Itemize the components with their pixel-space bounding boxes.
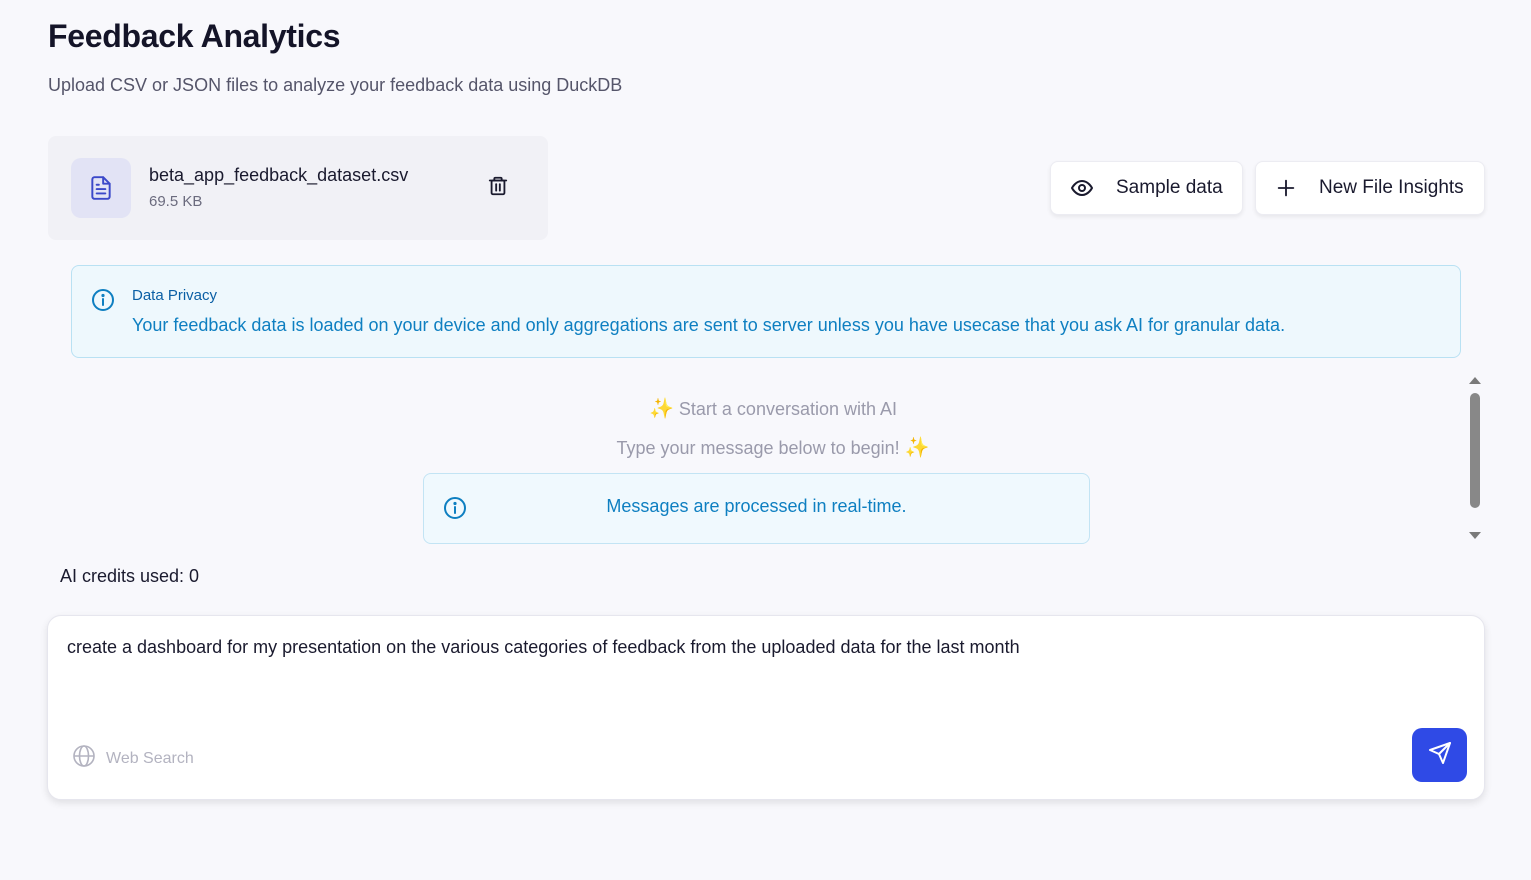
file-text-icon — [71, 158, 131, 218]
send-icon — [1428, 741, 1452, 770]
globe-icon — [72, 744, 96, 773]
sparkle-icon: ✨ — [904, 437, 930, 459]
sample-data-label: Sample data — [1116, 177, 1223, 198]
web-search-label: Web Search — [106, 749, 194, 767]
file-name: beta_app_feedback_dataset.csv — [149, 165, 409, 185]
scrollbar-thumb[interactable] — [1470, 393, 1480, 508]
uploaded-file-card: beta_app_feedback_dataset.csv 69.5 KB — [48, 136, 548, 240]
scroll-down-arrow-icon[interactable] — [1469, 532, 1481, 539]
realtime-notice-text: Messages are processed in real-time. — [606, 496, 907, 516]
web-search-toggle[interactable]: Web Search — [72, 744, 194, 773]
eye-icon — [1070, 176, 1094, 200]
file-size: 69.5 KB — [149, 193, 203, 210]
message-input[interactable]: create a dashboard for my presentation o… — [67, 637, 1020, 658]
message-composer[interactable]: create a dashboard for my presentation o… — [47, 615, 1485, 800]
send-button[interactable] — [1412, 728, 1467, 782]
trash-icon — [487, 174, 509, 203]
start-conversation-text: ✨ Start a conversation with AI — [648, 398, 898, 420]
page: Feedback Analytics Upload CSV or JSON fi… — [0, 0, 1531, 880]
chat-messages-area: ✨ Start a conversation with AI Type your… — [60, 370, 1486, 545]
sparkle-icon: ✨ — [648, 398, 674, 420]
privacy-title: Data Privacy — [132, 287, 218, 304]
new-file-insights-label: New File Insights — [1319, 177, 1464, 198]
realtime-notice: Messages are processed in real-time. — [423, 473, 1090, 544]
sample-data-button[interactable]: Sample data — [1050, 161, 1243, 215]
begin-hint-text: Type your message below to begin! ✨ — [616, 437, 930, 459]
page-title: Feedback Analytics — [48, 18, 341, 54]
delete-file-button[interactable] — [484, 174, 512, 202]
info-icon — [91, 288, 115, 317]
chat-scrollbar[interactable] — [1466, 372, 1484, 544]
data-privacy-banner: Data Privacy Your feedback data is loade… — [71, 265, 1461, 358]
new-file-insights-button[interactable]: New File Insights — [1255, 161, 1485, 215]
scroll-up-arrow-icon[interactable] — [1469, 377, 1481, 384]
privacy-text: Your feedback data is loaded on your dev… — [132, 315, 1286, 335]
plus-icon — [1275, 177, 1297, 199]
page-subtitle: Upload CSV or JSON files to analyze your… — [48, 75, 623, 95]
ai-credits-used: AI credits used: 0 — [60, 566, 200, 586]
